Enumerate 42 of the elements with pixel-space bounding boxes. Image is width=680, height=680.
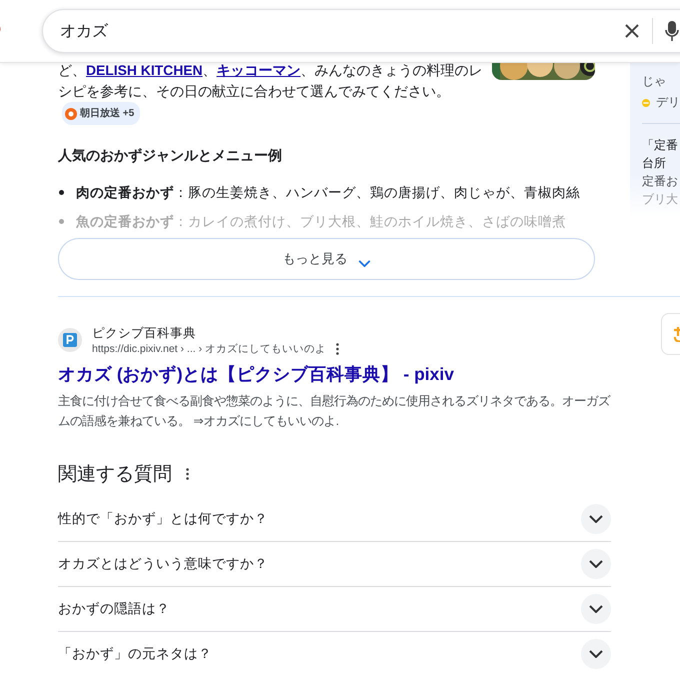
question-text[interactable]: 「おかず」の元ネタは？ bbox=[58, 644, 212, 662]
expand-button[interactable] bbox=[581, 594, 611, 624]
expand-button[interactable] bbox=[581, 504, 611, 534]
search-bar[interactable]: オカズ bbox=[42, 9, 680, 53]
card-text: じゃ bbox=[642, 73, 667, 90]
question-text[interactable]: オカズとはどういう意味ですか？ bbox=[58, 554, 268, 572]
result-url: https://dic.pixiv.net › ... › オカズにしてもいいのよ bbox=[92, 342, 326, 356]
chevron-down-icon bbox=[589, 650, 603, 658]
card-text: ブリ大 bbox=[642, 191, 679, 208]
source-name: デリ bbox=[656, 94, 680, 111]
question-text[interactable]: おかずの隠語は？ bbox=[58, 600, 170, 618]
chevron-down-icon bbox=[358, 260, 370, 267]
site-name: ピクシブ百科事典 bbox=[92, 324, 197, 342]
chevron-down-icon bbox=[589, 560, 603, 568]
bullet-icon bbox=[59, 190, 64, 195]
question-text[interactable]: 性的で「おかず」とは何ですか？ bbox=[58, 510, 268, 528]
source-logo-icon bbox=[65, 108, 77, 120]
card-text: 定番お bbox=[642, 173, 679, 190]
link[interactable]: DELISH KITCHEN bbox=[86, 62, 203, 78]
chevron-down-icon bbox=[589, 514, 603, 522]
more-options-icon[interactable] bbox=[336, 342, 340, 354]
bullet-icon bbox=[59, 219, 64, 224]
result-title-link[interactable]: オカズ (おかず)とは【ピクシブ百科事典】 - pixiv bbox=[58, 362, 618, 386]
link[interactable]: キッコーマン bbox=[216, 62, 301, 78]
result-description: 主食に付け合せて食べる副食や惣菜のように、自慰行為のために使用されるズリネタである。オーガズムの語感を兼ねている。 ⇒オカズにしてもいいのよ. bbox=[58, 392, 612, 430]
expand-button[interactable] bbox=[581, 548, 611, 578]
microphone-icon[interactable] bbox=[665, 21, 679, 41]
show-more-button[interactable]: もっと見る bbox=[58, 238, 595, 280]
section-heading: 人気のおかずジャンルとメニュー例 bbox=[58, 146, 283, 164]
list-item: 魚の定番おかず：カレイの煮付け、ブリ大根、鮭のホイル焼き、さばの味噌煮 bbox=[76, 212, 566, 231]
more-options-icon[interactable] bbox=[186, 468, 189, 480]
site-favicon-icon bbox=[58, 328, 82, 352]
expand-button[interactable] bbox=[581, 638, 611, 668]
chevron-down-icon bbox=[589, 604, 603, 612]
source-chip[interactable]: 朝日放送 +5 bbox=[62, 102, 140, 125]
list-item: 肉の定番おかず：豚の生姜焼き、ハンバーグ、鶏の唐揚げ、肉じゃが、青椒肉絲 bbox=[76, 184, 580, 202]
related-questions-heading: 関連する質問 bbox=[58, 462, 172, 486]
source-logo-icon bbox=[642, 96, 650, 108]
search-field[interactable]: オカズ bbox=[58, 21, 602, 41]
snippet-text: ど、DELISH KITCHEN、キッコーマン、みんなのきょうの料理のレシピを参考に、その日の献立に合わせて選んでみてください。 朝日放送 +5 bbox=[58, 60, 483, 126]
card-title[interactable]: 「定番 bbox=[642, 123, 680, 154]
card-title[interactable]: 台所 bbox=[642, 154, 680, 172]
